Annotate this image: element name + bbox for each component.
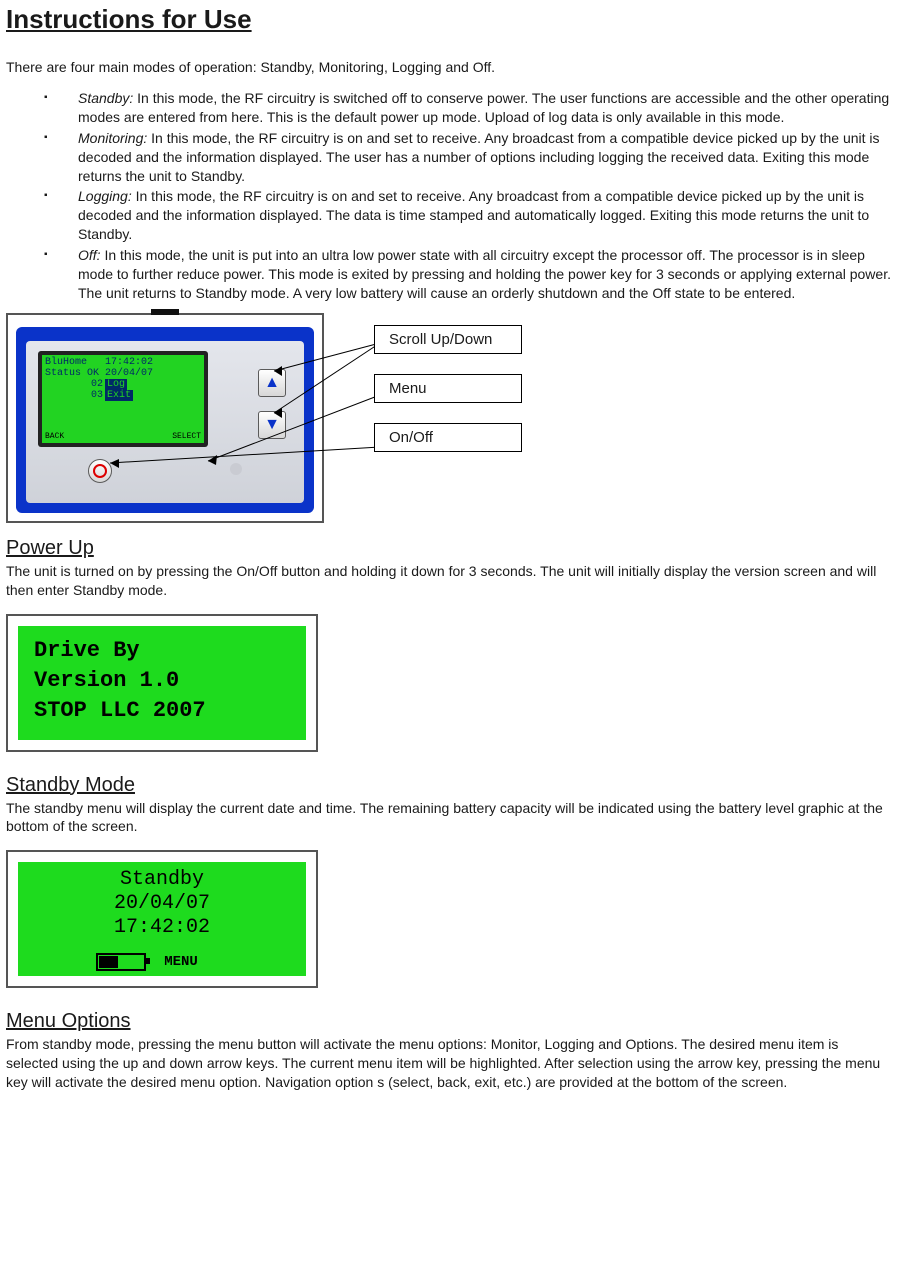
list-item: Logging: In this mode, the RF circuitry … xyxy=(6,187,894,244)
label-menu: Menu xyxy=(374,374,522,403)
standby-text: The standby menu will display the curren… xyxy=(6,799,894,837)
page-title: Instructions for Use xyxy=(6,4,894,35)
intro-text: There are four main modes of operation: … xyxy=(6,59,894,75)
mode-name: Off: xyxy=(78,247,101,263)
lcd-softkey-back: BACK xyxy=(45,431,64,442)
standby-screen-figure: Standby 20/04/07 17:42:02 MENU xyxy=(6,850,318,988)
lcd-softkey-select: SELECT xyxy=(172,431,201,442)
menu-options-text: From standby mode, pressing the menu but… xyxy=(6,1035,894,1092)
on-off-button[interactable] xyxy=(88,459,112,483)
list-item: Standby: In this mode, the RF circuitry … xyxy=(6,89,894,127)
lcd-text: BluHome xyxy=(45,357,87,368)
version-screen-figure: Drive By Version 1.0 STOP LLC 2007 xyxy=(6,614,318,752)
menu-options-heading: Menu Options xyxy=(6,1010,894,1033)
version-screen: Drive By Version 1.0 STOP LLC 2007 xyxy=(18,626,306,740)
mode-desc: In this mode, the RF circuitry is switch… xyxy=(78,90,889,125)
label-scroll: Scroll Up/Down xyxy=(374,325,522,354)
mode-desc: In this mode, the RF circuitry is on and… xyxy=(78,130,880,184)
lcd-line: Standby xyxy=(32,868,292,892)
scroll-up-button[interactable]: ▲ xyxy=(258,369,286,397)
device-face: BluHome 17:42:02 Status OK 20/04/07 02Lo… xyxy=(26,341,304,503)
lcd-text: 02 xyxy=(91,379,103,390)
lcd-line: 17:42:02 xyxy=(32,916,292,940)
scroll-down-button[interactable]: ▼ xyxy=(258,411,286,439)
lcd-text: 03 xyxy=(91,390,103,401)
lcd-frame: BluHome 17:42:02 Status OK 20/04/07 02Lo… xyxy=(38,351,208,447)
menu-button[interactable] xyxy=(230,463,242,475)
mode-name: Logging: xyxy=(78,188,132,204)
list-item: Off: In this mode, the unit is put into … xyxy=(6,246,894,303)
list-item: Monitoring: In this mode, the RF circuit… xyxy=(6,129,894,186)
power-up-text: The unit is turned on by pressing the On… xyxy=(6,562,894,600)
mode-list: Standby: In this mode, the RF circuitry … xyxy=(6,89,894,303)
mode-name: Monitoring: xyxy=(78,130,147,146)
arrow-down-icon: ▼ xyxy=(264,416,280,434)
lcd-text: Status OK xyxy=(45,368,99,379)
diagram-labels: Scroll Up/Down Menu On/Off xyxy=(374,313,522,452)
mode-name: Standby: xyxy=(78,90,133,106)
device-diagram: BluHome 17:42:02 Status OK 20/04/07 02Lo… xyxy=(6,313,894,523)
lcd-line: Drive By xyxy=(34,636,290,666)
lcd-highlight: Exit xyxy=(105,390,133,401)
notch-icon xyxy=(151,309,179,315)
label-onoff: On/Off xyxy=(374,423,522,452)
lcd-line: Version 1.0 xyxy=(34,666,290,696)
mode-desc: In this mode, the RF circuitry is on and… xyxy=(78,188,869,242)
lcd-line: 20/04/07 xyxy=(32,892,292,916)
standby-screen: Standby 20/04/07 17:42:02 MENU xyxy=(18,862,306,976)
standby-heading: Standby Mode xyxy=(6,774,894,797)
lcd-line: STOP LLC 2007 xyxy=(34,696,290,726)
lcd-highlight: Log xyxy=(105,379,127,390)
power-up-heading: Power Up xyxy=(6,537,894,560)
lcd-screen: BluHome 17:42:02 Status OK 20/04/07 02Lo… xyxy=(42,355,204,443)
arrow-up-icon: ▲ xyxy=(264,374,280,392)
power-icon xyxy=(93,464,107,478)
mode-desc: In this mode, the unit is put into an ul… xyxy=(78,247,891,301)
lcd-softkey-menu: MENU xyxy=(164,950,198,974)
battery-icon xyxy=(96,953,146,971)
lcd-text: 17:42:02 xyxy=(105,357,153,368)
lcd-text: 20/04/07 xyxy=(105,368,153,379)
device-illustration: BluHome 17:42:02 Status OK 20/04/07 02Lo… xyxy=(6,313,324,523)
